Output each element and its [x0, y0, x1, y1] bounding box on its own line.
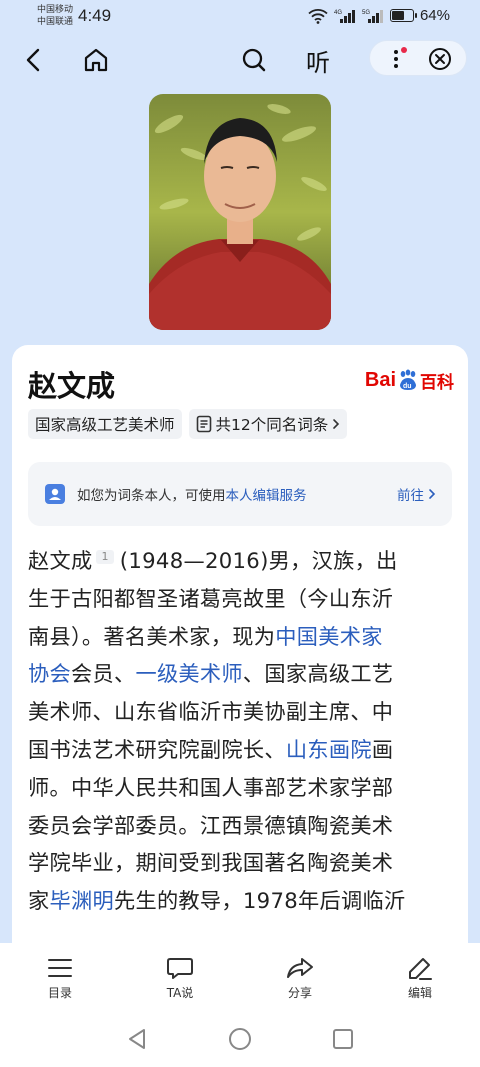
carrier-2: 中国联通 [37, 16, 74, 26]
signal-icon-sim2: 5G [362, 9, 383, 23]
top-nav-bar: 听 [0, 38, 480, 82]
link-shandong-painting-academy[interactable]: 山东画院 [286, 737, 372, 762]
entry-card: 赵文成 Bai du 百科 国家高级工艺美术师 共12个同名词条 如您为词条本人… [12, 345, 468, 965]
logo-text-ke: 百科 [420, 372, 454, 393]
summary-line: 国书法艺术研究院副院长、山东画院画 [28, 731, 456, 769]
portrait-image[interactable] [149, 94, 331, 330]
text-span: 画 [371, 736, 394, 762]
text-span: 家 [28, 888, 50, 914]
status-time: 4:49 [78, 6, 112, 25]
share-arrow-icon [287, 958, 313, 978]
chat-bubble-icon [167, 958, 193, 979]
back-triangle-icon[interactable] [126, 1027, 148, 1051]
svg-text:4G: 4G [334, 10, 342, 16]
chevron-left-icon [26, 48, 40, 72]
toolbar-contents-button[interactable]: 目录 [0, 943, 120, 1011]
summary-line: 赵文成 1 (1948—2016)男，汉族，出 [28, 542, 456, 580]
self-edit-banner[interactable]: 如您为词条本人，可使用本人编辑服务 前往 [28, 462, 452, 526]
close-button[interactable] [428, 47, 452, 71]
battery-percent: 64% [419, 7, 450, 24]
back-button[interactable] [16, 38, 52, 82]
search-icon [242, 48, 266, 72]
svg-text:5G: 5G [362, 10, 370, 16]
link-china-artists-association[interactable]: 中国美术家 [275, 624, 382, 649]
signal-icon-sim1: 4G [334, 9, 355, 23]
entry-tags: 国家高级工艺美术师 共12个同名词条 [28, 409, 348, 439]
toolbar-label: 分享 [287, 986, 312, 1000]
user-card-icon [45, 484, 65, 504]
mini-program-capsule [369, 40, 467, 76]
listen-button[interactable]: 听 [298, 38, 338, 82]
toolbar-label: 目录 [47, 986, 72, 1000]
text-span: (1948—2016)男，汉族，出 [119, 548, 398, 573]
go-button[interactable]: 前往 [397, 484, 436, 504]
document-list-icon [196, 415, 211, 433]
system-navigation-bar [0, 1011, 480, 1067]
homonym-entries-label: 共12个同名词条 [215, 416, 329, 434]
text-span: 、国家高级工艺 [242, 661, 394, 687]
banner-text: 如您为词条本人，可使用本人编辑服务 [77, 484, 307, 504]
summary-line: 南县）。著名美术家，现为中国美术家 [28, 618, 456, 656]
link-first-class-artist[interactable]: 一级美术师 [135, 661, 242, 686]
summary-line: 师。中华人民共和国人事部艺术家学部 [28, 774, 394, 800]
home-icon [84, 48, 108, 72]
link-bi-yuanming[interactable]: 毕渊明 [50, 888, 114, 913]
entry-title: 赵文成 [28, 369, 116, 403]
summary-line: 协会会员、一级美术师、国家高级工艺 [28, 655, 456, 693]
paw-icon: du [400, 369, 416, 390]
summary-line: 美术师、山东省临沂市美协副主席、中 [28, 699, 394, 725]
portrait-illustration [149, 94, 331, 330]
tag-title-label: 国家高级工艺美术师 [35, 416, 175, 434]
logo-text-bai: Bai [364, 368, 396, 391]
reference-marker[interactable]: 1 [96, 550, 114, 564]
toolbar-label: TA说 [166, 986, 194, 1000]
chevron-right-icon [429, 489, 436, 499]
search-button[interactable] [234, 38, 274, 82]
more-vertical-icon [394, 50, 398, 68]
entry-summary: 赵文成 1 (1948—2016)男，汉族，出 生于古阳都智圣诸葛亮故里（今山东沂 … [28, 542, 456, 920]
menu-list-icon [48, 959, 72, 977]
go-label: 前往 [397, 488, 424, 504]
close-circle-icon [429, 48, 451, 70]
home-button[interactable] [76, 38, 116, 82]
status-bar: 中国移动 中国联通 4:49 4G 5G 64% [0, 0, 480, 34]
link-china-artists-association-cont[interactable]: 协会 [28, 661, 71, 686]
chevron-right-icon [333, 419, 340, 429]
summary-line: 学院毕业，期间受到我国著名陶瓷美术 [28, 850, 394, 876]
toolbar-label: 编辑 [407, 986, 432, 1000]
text-span: 先生的教导，1978年后调临沂 [113, 888, 406, 914]
baidu-baike-logo: Bai du 百科 [365, 365, 454, 395]
text-span: 赵文成 [28, 548, 93, 573]
svg-text:du: du [403, 383, 412, 390]
home-circle-icon[interactable] [228, 1027, 252, 1051]
summary-line: 委员会学部委员。江西景德镇陶瓷美术 [28, 812, 394, 838]
text-span: 国书法艺术研究院副院长、 [28, 736, 286, 762]
notification-dot [401, 47, 407, 53]
recents-square-icon[interactable] [332, 1028, 354, 1050]
summary-line: 家毕渊明先生的教导，1978年后调临沂 [28, 882, 456, 920]
status-indicators: 4G 5G 64% [308, 7, 450, 24]
homonym-entries-button[interactable]: 共12个同名词条 [188, 409, 348, 439]
wifi-icon [308, 8, 328, 24]
toolbar-edit-button[interactable]: 编辑 [360, 943, 480, 1011]
carrier-info: 中国移动 中国联通 [37, 3, 73, 27]
banner-text-main: 如您为词条本人，可使用 [77, 488, 226, 504]
battery-level [391, 11, 405, 20]
summary-line: 生于古阳都智圣诸葛亮故里（今山东沂 [28, 585, 394, 611]
toolbar-share-button[interactable]: 分享 [240, 943, 360, 1011]
carrier-1: 中国移动 [37, 4, 74, 14]
bottom-toolbar: 目录 TA说 分享 编辑 [0, 943, 480, 1011]
toolbar-ta-says-button[interactable]: TA说 [120, 943, 240, 1011]
self-edit-service-link[interactable]: 本人编辑服务 [226, 488, 307, 504]
text-span: 南县）。著名美术家，现为 [28, 623, 276, 649]
text-span: 会员、 [70, 661, 136, 687]
tag-title[interactable]: 国家高级工艺美术师 [28, 409, 182, 439]
pencil-icon [409, 958, 432, 980]
battery-icon [389, 9, 417, 22]
